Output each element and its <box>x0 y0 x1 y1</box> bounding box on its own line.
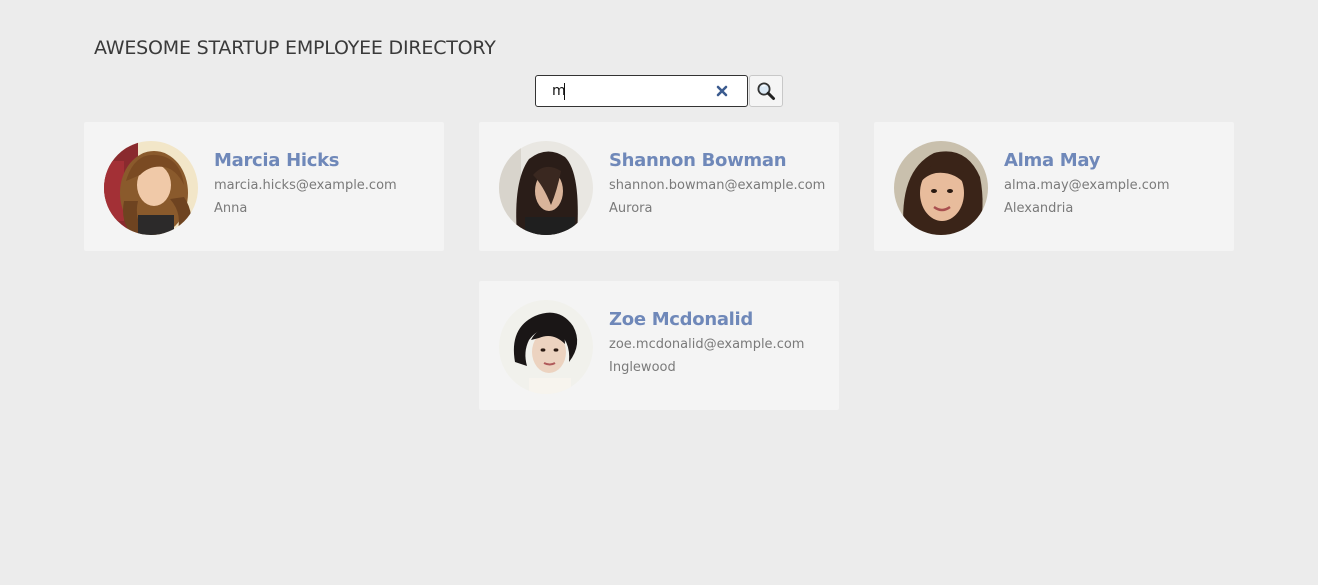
avatar <box>104 141 198 235</box>
search-button[interactable] <box>749 75 783 107</box>
employee-name: Shannon Bowman <box>609 150 787 171</box>
employee-email: alma.may@example.com <box>1004 178 1170 193</box>
avatar <box>499 141 593 235</box>
employee-card[interactable]: Marcia Hicks marcia.hicks@example.com An… <box>84 122 444 251</box>
magnifier-icon <box>757 82 775 100</box>
employee-card[interactable]: Alma May alma.may@example.com Alexandria <box>874 122 1234 251</box>
avatar <box>499 300 593 394</box>
employee-email: zoe.mcdonalid@example.com <box>609 337 805 352</box>
employee-city: Aurora <box>609 201 653 216</box>
search-input[interactable] <box>536 76 706 106</box>
search-box[interactable] <box>535 75 748 107</box>
text-caret <box>564 83 565 100</box>
employee-card[interactable]: Zoe Mcdonalid zoe.mcdonalid@example.com … <box>479 281 839 410</box>
employee-email: shannon.bowman@example.com <box>609 178 826 193</box>
page-title: AWESOME STARTUP EMPLOYEE DIRECTORY <box>94 37 496 59</box>
search-form <box>535 75 783 107</box>
employee-city: Anna <box>214 201 248 216</box>
employee-card[interactable]: Shannon Bowman shannon.bowman@example.co… <box>479 122 839 251</box>
employee-email: marcia.hicks@example.com <box>214 178 397 193</box>
employee-name: Alma May <box>1004 150 1101 171</box>
employee-city: Inglewood <box>609 360 676 375</box>
close-icon[interactable] <box>715 84 729 98</box>
avatar <box>894 141 988 235</box>
employee-city: Alexandria <box>1004 201 1074 216</box>
employee-name: Marcia Hicks <box>214 150 340 171</box>
employee-name: Zoe Mcdonalid <box>609 309 754 330</box>
